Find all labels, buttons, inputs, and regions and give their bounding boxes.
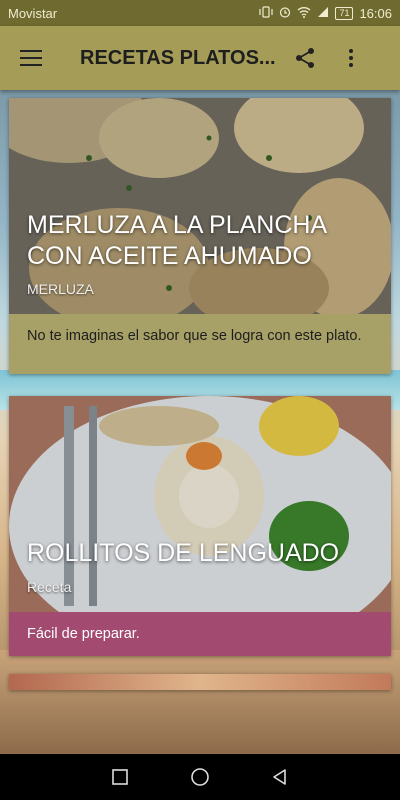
more-vert-icon	[349, 49, 353, 67]
carrier-name: Movistar	[8, 5, 58, 21]
home-button[interactable]	[180, 757, 220, 797]
recipe-card[interactable]: ROLLITOS DE LENGUADO Receta Fácil de pre…	[9, 396, 391, 656]
recipe-category: Receta	[27, 579, 72, 595]
recipe-description: No te imaginas el sabor que se logra con…	[9, 314, 391, 374]
recipe-card-partial[interactable]	[9, 674, 391, 690]
clock: 16:06	[359, 5, 392, 21]
app-toolbar: RECETAS PLATOS...	[0, 26, 400, 90]
recipe-card[interactable]: MERLUZA A LA PLANCHA CON ACEITE AHUMADO …	[9, 98, 391, 374]
status-bar: Movistar 71 16:06	[0, 0, 400, 26]
recipe-title: MERLUZA A LA PLANCHA CON ACEITE AHUMADO	[27, 211, 326, 270]
battery-indicator: 71	[335, 6, 354, 20]
page-title: RECETAS PLATOS...	[80, 46, 276, 69]
home-circle-icon	[191, 768, 209, 786]
system-nav-bar	[0, 754, 400, 800]
share-icon	[296, 48, 314, 68]
status-icons: 71 16:06	[259, 6, 392, 21]
recipe-description: Fácil de preparar.	[9, 612, 391, 656]
more-options-button[interactable]	[328, 26, 374, 90]
hamburger-menu-button[interactable]	[0, 26, 62, 90]
back-button[interactable]	[260, 757, 300, 797]
wifi-icon	[297, 6, 311, 21]
recents-button[interactable]	[100, 757, 140, 797]
share-button[interactable]	[282, 26, 328, 90]
recipe-category: MERLUZA	[27, 281, 94, 297]
recipe-image-fish: MERLUZA A LA PLANCHA CON ACEITE AHUMADO …	[9, 98, 391, 314]
hamburger-menu-icon	[20, 50, 42, 66]
alarm-icon	[279, 6, 291, 21]
recipe-title: ROLLITOS DE LENGUADO	[27, 539, 340, 567]
vibrate-icon	[259, 5, 274, 21]
back-triangle-icon	[273, 769, 286, 785]
recipe-image-rolls: ROLLITOS DE LENGUADO Receta	[9, 396, 391, 612]
signal-icon	[317, 6, 329, 21]
sand-area	[0, 650, 400, 755]
recents-square-icon	[112, 769, 128, 785]
